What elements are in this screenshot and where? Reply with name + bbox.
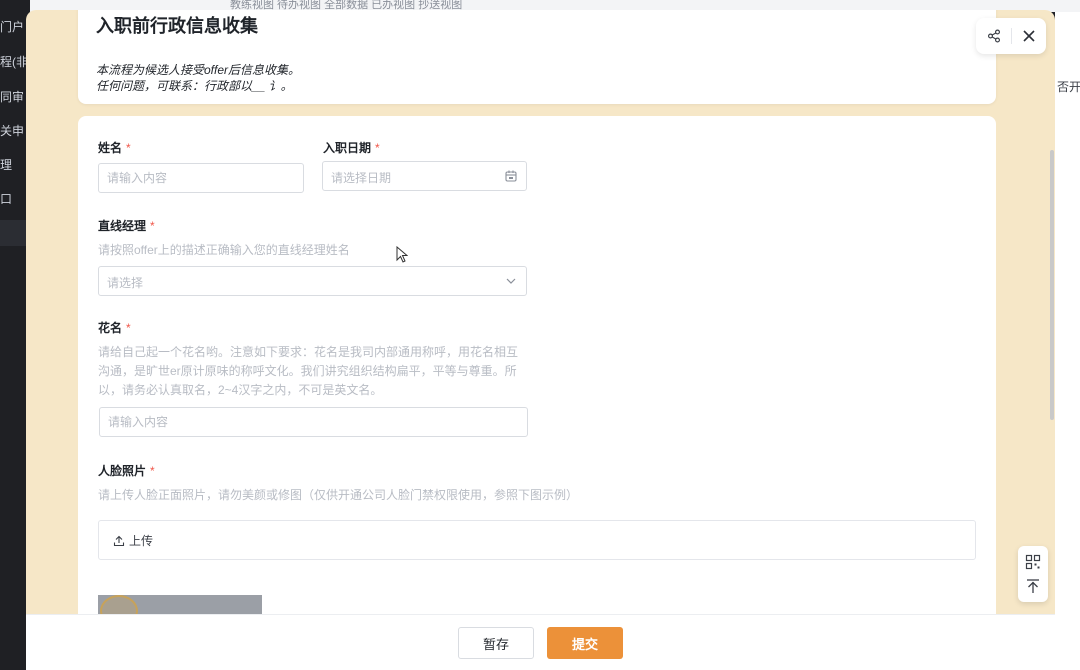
modal-scrollbar[interactable]	[1050, 150, 1054, 420]
calendar-icon	[505, 170, 517, 182]
required-mark: *	[126, 321, 131, 335]
nickname-hint-line: 以，请务必认真取名，2~4汉字之内，不可是英文名。	[98, 383, 383, 397]
page-title: 入职前行政信息收集	[96, 16, 258, 36]
background-right-text: 否开	[1057, 80, 1080, 94]
nickname-hint-line: 请给自己起一个花名哟。注意如下要求：花名是我司内部通用称呼，用花名相互	[98, 345, 519, 359]
required-mark: *	[150, 464, 155, 478]
modal-actions	[976, 18, 1046, 54]
nickname-label-text: 花名	[98, 321, 123, 335]
entry-date-placeholder: 请选择日期	[331, 171, 392, 185]
back-to-top-icon[interactable]	[1025, 578, 1041, 594]
upload-button[interactable]: 上传	[113, 532, 153, 549]
description-line: 任何问题，可联系：行政部以__ 讠。	[96, 79, 293, 93]
entry-date-picker[interactable]: 请选择日期	[322, 161, 527, 191]
close-icon	[1023, 30, 1035, 42]
description-line: 本流程为候选人接受offer后信息收集。	[96, 63, 301, 77]
mouse-cursor-icon	[396, 246, 408, 263]
form-header: 入职前行政信息收集 本流程为候选人接受offer后信息收集。 任何问题，可联系：…	[78, 10, 996, 104]
face-photo-upload-area[interactable]: 上传	[98, 520, 976, 560]
action-divider	[1011, 28, 1012, 44]
nickname-hint: 请给自己起一个花名哟。注意如下要求：花名是我司内部通用称呼，用花名相互 沟通，是…	[98, 343, 538, 400]
name-label: 姓名 *	[98, 139, 131, 156]
modal-footer: 暂存 提交	[26, 614, 1055, 670]
upload-label: 上传	[129, 534, 154, 548]
manager-hint: 请按照offer上的描述正确输入您的直线经理姓名	[98, 243, 350, 257]
form-description: 本流程为候选人接受offer后信息收集。 任何问题，可联系：行政部以__ 讠。	[96, 62, 300, 94]
form-modal: 入职前行政信息收集 本流程为候选人接受offer后信息收集。 任何问题，可联系：…	[26, 10, 1055, 670]
share-button[interactable]	[984, 26, 1004, 46]
nickname-label: 花名 *	[98, 319, 131, 336]
manager-label-text: 直线经理	[98, 219, 147, 233]
qrcode-icon[interactable]	[1025, 554, 1041, 570]
nickname-hint-line: 沟通，是旷世er原计原味的称呼文化。我们讲究组织结构扁平，平等与尊重。所	[98, 364, 517, 378]
share-icon	[988, 29, 1001, 43]
side-tools	[1018, 546, 1048, 602]
manager-label: 直线经理 *	[98, 217, 155, 234]
required-mark: *	[150, 219, 155, 233]
required-mark: *	[375, 141, 380, 155]
entry-date-label-text: 入职日期	[323, 141, 372, 155]
face-photo-hint: 请上传人脸正面照片，请勿美颜或修图（仅供开通公司人脸门禁权限使用，参照下图示例）	[98, 488, 579, 502]
required-mark: *	[126, 141, 131, 155]
manager-select[interactable]: 请选择	[98, 266, 527, 296]
manager-placeholder: 请选择	[107, 276, 144, 290]
face-photo-label: 人脸照片 *	[98, 462, 155, 479]
form-body: 姓名* 入职日期* 请选择日期 直线经理* 请按照offer上的描述正确输入您的…	[78, 116, 996, 636]
name-input[interactable]	[98, 163, 304, 193]
name-label-text: 姓名	[98, 141, 123, 155]
close-button[interactable]	[1019, 26, 1039, 46]
save-draft-button[interactable]: 暂存	[458, 627, 534, 659]
nickname-input[interactable]	[99, 407, 528, 437]
background-right-panel: 否开	[1055, 12, 1080, 670]
submit-button[interactable]: 提交	[547, 627, 623, 659]
upload-icon	[113, 535, 125, 546]
face-photo-label-text: 人脸照片	[98, 464, 147, 478]
entry-date-label: 入职日期 *	[323, 139, 380, 156]
chevron-down-icon	[506, 278, 516, 284]
